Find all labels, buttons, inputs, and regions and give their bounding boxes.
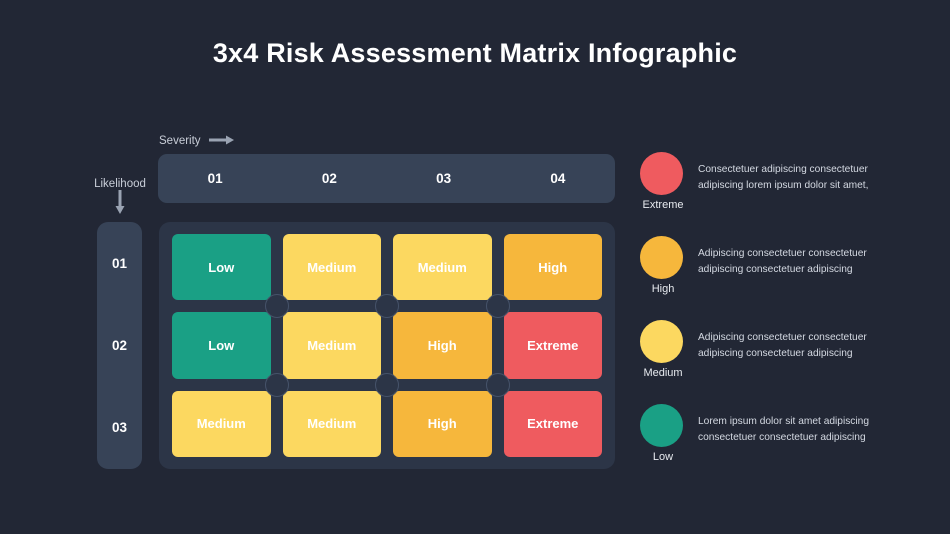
arrow-down-icon — [115, 202, 125, 219]
legend-label: Low — [640, 451, 686, 463]
legend-description: Adipiscing consectetuer consectetuer adi… — [698, 330, 888, 362]
matrix-cell-extreme[interactable]: Extreme — [504, 312, 603, 378]
matrix-cell-high[interactable]: High — [393, 312, 492, 378]
arrow-right-icon — [209, 132, 235, 150]
legend-color-swatch-low — [640, 404, 683, 447]
legend-description: Lorem ipsum dolor sit amet adipiscing co… — [698, 414, 888, 446]
matrix-cell-medium[interactable]: Medium — [393, 234, 492, 300]
matrix-cell-medium[interactable]: Medium — [172, 391, 271, 457]
likelihood-axis-label: Likelihood — [88, 178, 152, 190]
legend-item[interactable]: Extreme Consectetuer adipiscing consectet… — [640, 152, 890, 236]
risk-matrix-panel: LowMediumMediumHighLowMediumHighExtremeM… — [159, 222, 615, 469]
severity-axis-label: Severity — [159, 135, 201, 147]
legend-label: Extreme — [640, 199, 686, 211]
risk-legend: Extreme Consectetuer adipiscing consectet… — [640, 152, 890, 488]
risk-matrix-grid: LowMediumMediumHighLowMediumHighExtremeM… — [172, 234, 602, 457]
severity-column-header[interactable]: 04 — [501, 171, 615, 186]
likelihood-row-header[interactable]: 03 — [97, 387, 142, 469]
likelihood-axis-header: Likelihood — [88, 178, 152, 220]
severity-column-header[interactable]: 03 — [387, 171, 501, 186]
matrix-cell-low[interactable]: Low — [172, 312, 271, 378]
legend-label: High — [640, 283, 686, 295]
legend-item[interactable]: High Adipiscing consectetuer consectetuer… — [640, 236, 890, 320]
matrix-cell-high[interactable]: High — [393, 391, 492, 457]
likelihood-row-header[interactable]: 02 — [97, 304, 142, 386]
matrix-cell-high[interactable]: High — [504, 234, 603, 300]
legend-color-swatch-extreme — [640, 152, 683, 195]
legend-color-swatch-high — [640, 236, 683, 279]
legend-item[interactable]: Low Lorem ipsum dolor sit amet adipiscing… — [640, 404, 890, 488]
matrix-cell-medium[interactable]: Medium — [283, 234, 382, 300]
legend-description: Consectetuer adipiscing consectetuer adi… — [698, 162, 888, 194]
severity-column-header[interactable]: 02 — [272, 171, 386, 186]
matrix-cell-extreme[interactable]: Extreme — [504, 391, 603, 457]
severity-axis-header: Severity — [159, 132, 235, 150]
severity-column-header[interactable]: 01 — [158, 171, 272, 186]
legend-color-swatch-medium — [640, 320, 683, 363]
matrix-cell-medium[interactable]: Medium — [283, 312, 382, 378]
legend-label: Medium — [640, 367, 686, 379]
legend-description: Adipiscing consectetuer consectetuer adi… — [698, 246, 888, 278]
legend-item[interactable]: Medium Adipiscing consectetuer consectetu… — [640, 320, 890, 404]
severity-header-bar: 01020304 — [158, 154, 615, 203]
matrix-cell-medium[interactable]: Medium — [283, 391, 382, 457]
page-title: 3x4 Risk Assessment Matrix Infographic — [0, 38, 950, 69]
likelihood-row-header[interactable]: 01 — [97, 222, 142, 304]
likelihood-header-bar: 010203 — [97, 222, 142, 469]
matrix-cell-low[interactable]: Low — [172, 234, 271, 300]
